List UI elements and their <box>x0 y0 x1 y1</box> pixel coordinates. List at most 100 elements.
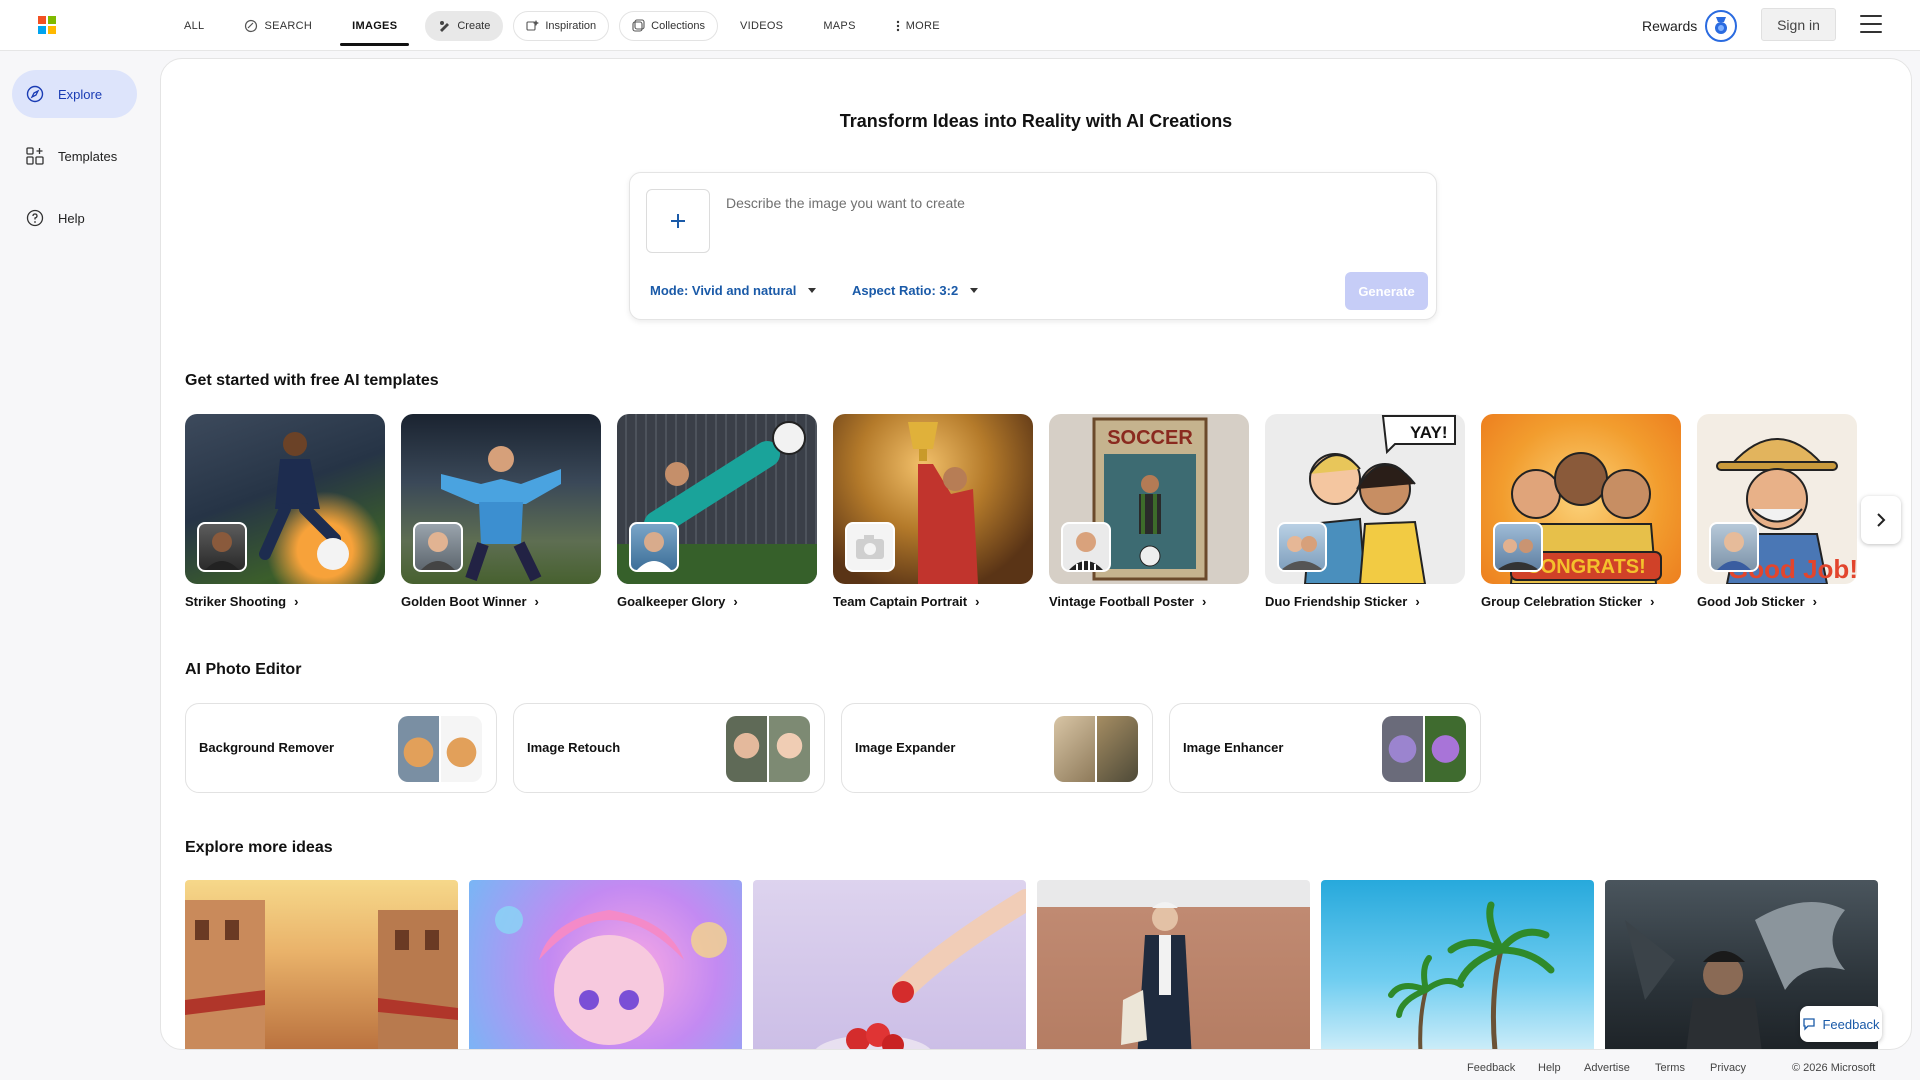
explore-image-palm-trees[interactable] <box>1321 880 1594 1049</box>
nav-all-label: ALL <box>184 19 205 32</box>
top-bar: ALL SEARCH IMAGES Create Inspiration Col… <box>0 0 1920 51</box>
nav-create[interactable]: Create <box>425 10 504 41</box>
chat-bubble-icon <box>1803 1018 1816 1031</box>
explore-section-title: Explore more ideas <box>185 839 333 856</box>
footer-copyright: © 2026 Microsoft <box>1792 1062 1876 1074</box>
footer: Feedback Help Advertise Terms Privacy © … <box>0 1058 1920 1080</box>
template-label-text: Good Job Sticker <box>1697 594 1805 609</box>
sidebar-item-help[interactable]: Help <box>12 194 137 242</box>
template-card[interactable]: Good Job! Good Job Sticker › <box>1697 414 1857 609</box>
template-label-text: Team Captain Portrait <box>833 594 968 609</box>
prompt-input[interactable]: Describe the image you want to create <box>726 195 965 211</box>
template-label-text: Striker Shooting <box>185 594 287 609</box>
chevron-right-icon: › <box>1650 594 1655 609</box>
template-label-text: Golden Boot Winner <box>401 594 527 609</box>
template-face-thumbnail <box>413 522 463 572</box>
template-face-thumbnail <box>1709 522 1759 572</box>
template-label: Golden Boot Winner › <box>401 594 601 609</box>
chevron-right-icon: › <box>294 594 299 609</box>
nav-more-label: MORE <box>905 19 940 32</box>
plus-icon <box>671 214 685 228</box>
template-card[interactable]: CONGRATS! Group Celebration Sticker › <box>1481 414 1681 609</box>
dog-before-after-thumbnail <box>398 716 482 782</box>
rewards-label: Rewards <box>1642 18 1698 34</box>
explore-image-street[interactable] <box>185 880 458 1049</box>
rewards-medal-icon <box>1705 10 1738 42</box>
nav-inspiration[interactable]: Inspiration <box>513 10 610 41</box>
editor-label: Image Expander <box>855 740 956 755</box>
template-image: YAY! <box>1265 414 1465 584</box>
editor-label: Image Retouch <box>527 740 621 755</box>
sidebar-item-templates[interactable]: Templates <box>12 132 137 180</box>
templates-section-title: Get started with free AI templates <box>185 372 439 389</box>
explore-image-fashion[interactable] <box>1037 880 1310 1049</box>
image-expander-card[interactable]: Image Expander <box>841 703 1153 793</box>
microsoft-logo[interactable] <box>38 16 56 34</box>
template-label-text: Duo Friendship Sticker <box>1265 594 1408 609</box>
nav-videos-label: VIDEOS <box>739 19 784 32</box>
image-retouch-card[interactable]: Image Retouch <box>513 703 825 793</box>
chevron-right-icon: › <box>733 594 738 609</box>
sign-in-button[interactable]: Sign in <box>1761 8 1836 41</box>
nav-more[interactable]: MORE <box>884 0 952 51</box>
chevron-right-icon: › <box>1201 594 1207 609</box>
chevron-right-icon: › <box>1415 594 1420 609</box>
nav-images[interactable]: IMAGES <box>340 0 410 51</box>
template-card[interactable]: Golden Boot Winner › <box>401 414 601 609</box>
generate-button[interactable]: Generate <box>1345 272 1428 310</box>
template-label: Striker Shooting › <box>185 594 385 609</box>
editor-section-title: AI Photo Editor <box>185 661 302 678</box>
nav-collections[interactable]: Collections <box>619 10 718 41</box>
flower-before-after-thumbnail <box>1382 716 1466 782</box>
template-camera-thumbnail <box>845 522 895 572</box>
template-card[interactable]: Goalkeeper Glory › <box>617 414 817 609</box>
more-dots-icon <box>896 20 899 31</box>
template-label-text: Group Celebration Sticker <box>1481 594 1643 609</box>
template-label: Good Job Sticker › <box>1697 594 1857 609</box>
aspect-ratio-dropdown[interactable]: Aspect Ratio: 3:2 <box>852 283 979 298</box>
nav-videos[interactable]: VIDEOS <box>728 0 795 51</box>
template-card[interactable]: Team Captain Portrait › <box>833 414 1033 609</box>
nav-maps[interactable]: MAPS <box>811 0 867 51</box>
template-label-text: Goalkeeper Glory <box>617 594 726 609</box>
template-label-text: Vintage Football Poster <box>1049 594 1194 609</box>
footer-advertise-link[interactable]: Advertise <box>1584 1062 1630 1074</box>
footer-privacy-link[interactable]: Privacy <box>1710 1062 1746 1074</box>
copilot-search-icon <box>245 19 258 32</box>
rewards-button[interactable]: Rewards <box>1642 10 1738 42</box>
carousel-next-button[interactable] <box>1861 496 1901 544</box>
chevron-right-icon: › <box>534 594 539 609</box>
hamburger-menu-icon[interactable] <box>1860 15 1882 33</box>
svg-text:CONGRATS!: CONGRATS! <box>1526 556 1646 578</box>
nav-all[interactable]: ALL <box>172 0 216 51</box>
template-card[interactable]: Striker Shooting › <box>185 414 385 609</box>
sidebar-item-explore[interactable]: Explore <box>12 70 137 118</box>
create-icon <box>440 21 450 32</box>
footer-feedback-link[interactable]: Feedback <box>1467 1062 1515 1074</box>
footer-terms-link[interactable]: Terms <box>1655 1062 1685 1074</box>
explore-image-strawberries[interactable] <box>753 880 1026 1049</box>
template-face-thumbnail <box>1493 522 1543 572</box>
chevron-right-icon: › <box>975 594 980 609</box>
nav-search-label: SEARCH <box>264 19 313 32</box>
background-remover-card[interactable]: Background Remover <box>185 703 497 793</box>
footer-help-link[interactable]: Help <box>1538 1062 1561 1074</box>
explore-image-anime[interactable] <box>469 880 742 1049</box>
mode-dropdown[interactable]: Mode: Vivid and natural <box>650 283 817 298</box>
sidebar-item-label: Help <box>58 210 85 226</box>
template-image <box>185 414 385 584</box>
nav-create-label: Create <box>457 19 491 32</box>
help-icon <box>26 209 44 227</box>
nav-inspiration-label: Inspiration <box>545 19 597 32</box>
feedback-floating-button[interactable]: Feedback <box>1800 1006 1882 1042</box>
template-face-thumbnail <box>1061 522 1111 572</box>
svg-text:SOCCER: SOCCER <box>1107 427 1193 449</box>
image-enhancer-card[interactable]: Image Enhancer <box>1169 703 1481 793</box>
collections-icon <box>632 19 645 32</box>
add-image-button[interactable] <box>646 189 710 253</box>
template-face-thumbnail <box>629 522 679 572</box>
nav-search[interactable]: SEARCH <box>232 0 324 51</box>
template-card[interactable]: YAY! Duo Friendship Sticker › <box>1265 414 1465 609</box>
template-card[interactable]: SOCCER Vintage Football Poster › <box>1049 414 1249 609</box>
sign-in-label: Sign in <box>1777 16 1820 33</box>
